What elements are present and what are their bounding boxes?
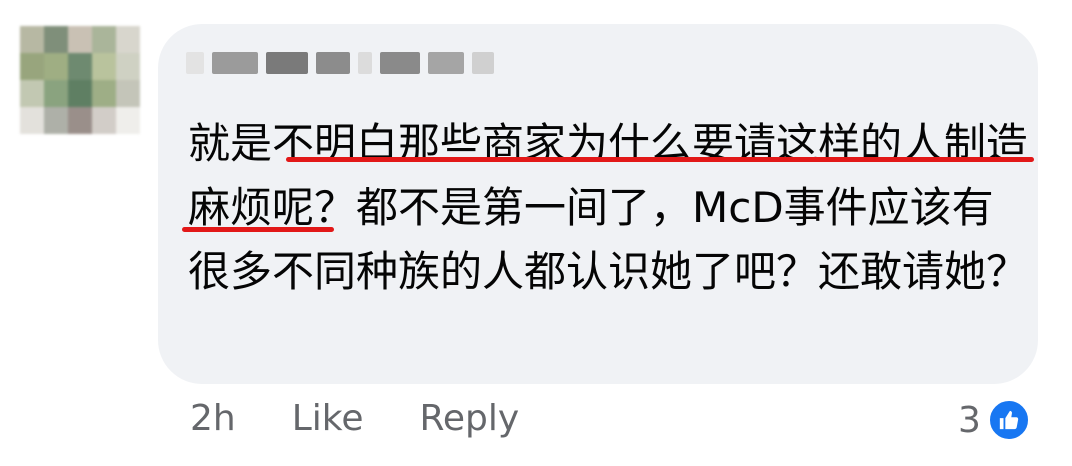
like-button[interactable]: Like <box>292 398 364 439</box>
annotation-underline-2 <box>182 227 334 232</box>
like-reaction-icon <box>986 398 1031 442</box>
reaction-summary[interactable]: 3 <box>958 398 1031 442</box>
reaction-count: 3 <box>958 399 981 441</box>
reply-button[interactable]: Reply <box>420 398 520 439</box>
comment-actions: 2h Like Reply <box>190 398 519 439</box>
timestamp[interactable]: 2h <box>190 398 236 439</box>
avatar[interactable] <box>20 26 140 134</box>
author-name-blurred[interactable] <box>186 52 494 74</box>
comment-bubble: 就是不明白那些商家为什么要请这样的人制造麻烦呢？都不是第一间了，McD事件应该有… <box>158 24 1038 384</box>
comment-text: 就是不明白那些商家为什么要请这样的人制造麻烦呢？都不是第一间了，McD事件应该有… <box>188 119 1029 296</box>
annotation-underline-1 <box>286 157 1034 162</box>
